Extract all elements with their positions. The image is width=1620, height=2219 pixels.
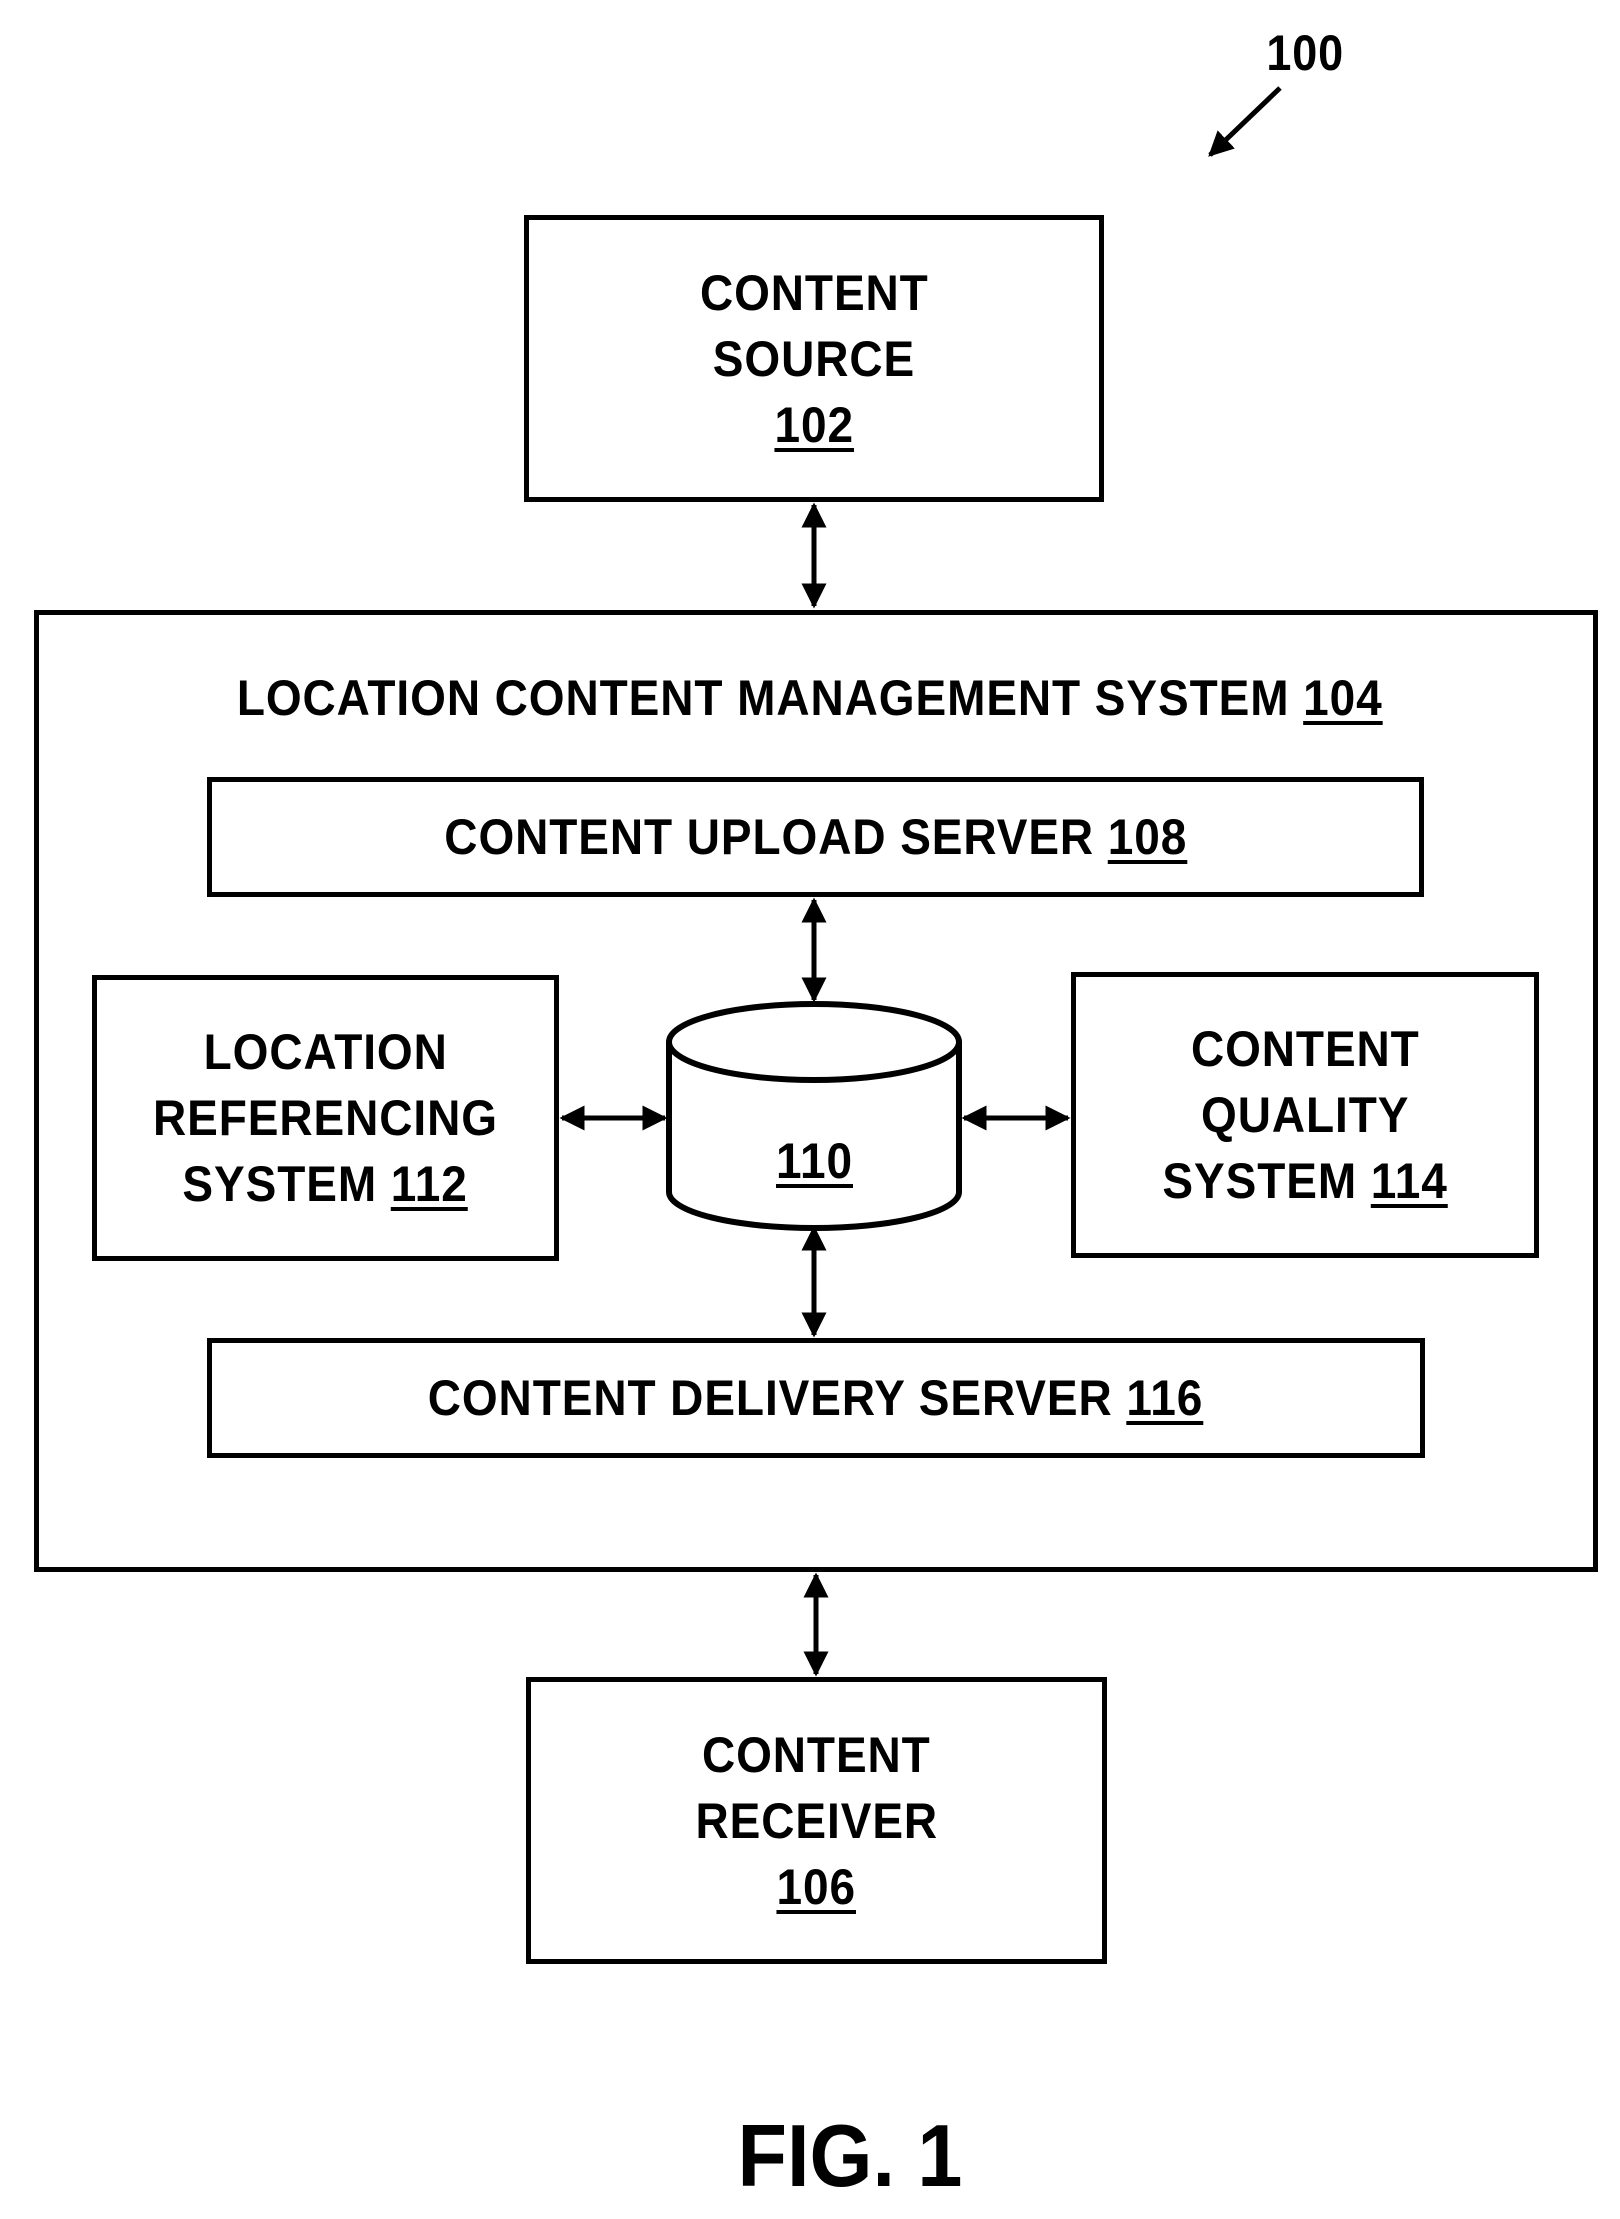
content-quality-system-box: CONTENT QUALITY SYSTEM 114: [1071, 972, 1539, 1258]
location-referencing-line-1: LOCATION: [203, 1024, 448, 1080]
content-receiver-ref: 106: [776, 1858, 857, 1915]
content-source-box: CONTENT SOURCE 102: [524, 215, 1104, 502]
figure-label: FIG. 1: [737, 2106, 963, 2205]
location-referencing-system-box: LOCATION REFERENCING SYSTEM 112: [92, 975, 559, 1261]
content-quality-line-2: QUALITY: [1200, 1087, 1410, 1143]
content-source-line-1: CONTENT: [699, 264, 929, 321]
location-referencing-ref: 112: [391, 1156, 469, 1212]
delivery-server-title: CONTENT DELIVERY SERVER: [428, 1370, 1114, 1426]
lcms-ref: 104: [1303, 670, 1383, 726]
reference-100-pointer: [1208, 86, 1282, 157]
database-ref: 110: [776, 1133, 853, 1189]
content-receiver-box: CONTENT RECEIVER 106: [526, 1677, 1107, 1964]
upload-server-title: CONTENT UPLOAD SERVER: [443, 809, 1094, 865]
content-delivery-server-box: CONTENT DELIVERY SERVER 116: [207, 1338, 1425, 1458]
content-upload-server-box: CONTENT UPLOAD SERVER 108: [207, 777, 1424, 897]
content-receiver-line-2: RECEIVER: [695, 1792, 938, 1849]
location-referencing-line-2: REFERENCING: [153, 1090, 498, 1146]
content-quality-line-3: SYSTEM: [1162, 1153, 1357, 1209]
content-receiver-line-1: CONTENT: [702, 1726, 931, 1783]
figure-reference-100: 100: [1266, 25, 1345, 81]
lcms-title-text: LOCATION CONTENT MANAGEMENT SYSTEM: [237, 670, 1290, 726]
lcms-title: LOCATION CONTENT MANAGEMENT SYSTEM 104: [0, 665, 1620, 731]
location-referencing-line-3: SYSTEM: [182, 1156, 378, 1212]
content-source-ref: 102: [774, 396, 854, 453]
content-quality-ref: 114: [1370, 1153, 1448, 1209]
delivery-server-ref: 116: [1126, 1370, 1204, 1426]
upload-server-ref: 108: [1107, 809, 1187, 865]
content-source-line-2: SOURCE: [712, 330, 916, 387]
content-quality-line-1: CONTENT: [1190, 1021, 1420, 1077]
